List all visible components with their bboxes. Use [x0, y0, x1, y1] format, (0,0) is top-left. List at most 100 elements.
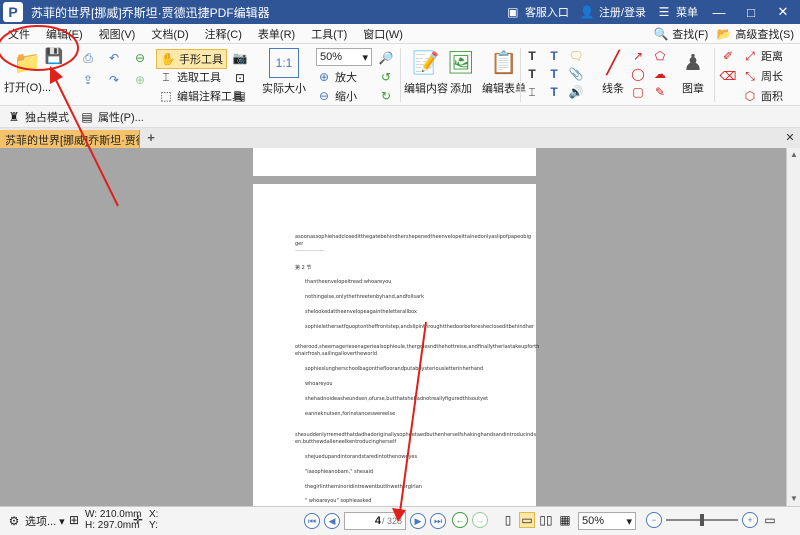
hand-tool-button[interactable]: ✋ 手形工具 [156, 49, 227, 69]
select-tool-button[interactable]: ⌶ 选取工具 [158, 69, 221, 85]
forward-button[interactable]: ⊕ [132, 72, 148, 88]
zoom-options-button[interactable]: 🔎 [378, 50, 394, 66]
customer-service-button[interactable]: ▣ 客服入口 [505, 4, 569, 20]
close-window-button[interactable]: ✕ [772, 2, 794, 22]
go-back-icon[interactable]: ← [452, 512, 468, 528]
rotate-left-button[interactable]: ↺ [378, 69, 394, 85]
page-text-line: shehadnoideasheundsen,ofurse,butthatsheh… [305, 396, 489, 402]
page-number-input[interactable]: 4 / 328 [344, 512, 406, 530]
distance-icon: ⤢ [745, 49, 755, 63]
close-tab-button[interactable]: ✕ [784, 131, 796, 145]
page-navigation: ⏮ ◀ 4 / 328 ▶ ⏭ [304, 512, 446, 530]
pencil-icon[interactable]: ✎ [652, 84, 668, 100]
zoom-select[interactable]: 50% ▾ [316, 48, 372, 66]
continuous-facing-icon[interactable]: ▦ [557, 512, 573, 528]
menu-tools[interactable]: 工具(T) [303, 26, 355, 42]
stamp-button[interactable]: ♟ 图章 [678, 48, 708, 96]
line-icon: ╱ [606, 50, 620, 75]
single-page-icon[interactable]: ▯ [500, 512, 516, 528]
menu-file[interactable]: 文件 [0, 26, 38, 42]
snapshot-button[interactable]: 📷 [232, 50, 248, 66]
menu-form[interactable]: 表单(R) [250, 26, 303, 42]
advanced-find-button[interactable]: 📂 高级查找(S) [716, 26, 794, 42]
pen-tool-button[interactable]: ✐ [720, 48, 736, 64]
document-viewport[interactable]: asoonassophiehadcloseditthegatebehindher… [0, 148, 786, 506]
crop-button[interactable]: ⊡ [232, 70, 248, 86]
page-layout-button[interactable]: ▤ [232, 88, 248, 104]
undo-button[interactable]: ↶ [106, 50, 122, 66]
exclusive-mode-button[interactable]: ♜ 独占模式 [6, 109, 69, 125]
text-highlight-icon[interactable]: T [546, 48, 562, 64]
last-page-icon[interactable]: ⏭ [430, 513, 446, 529]
distance-button[interactable]: ⤢ 距离 [742, 48, 783, 64]
vertical-scrollbar[interactable]: ▲ ▼ [786, 148, 800, 506]
new-tab-button[interactable]: + [145, 131, 157, 145]
edit-content-label: 编辑内容 [404, 83, 448, 95]
zoom-in-button[interactable]: ⊕ 放大 [316, 69, 357, 85]
eraser-button[interactable]: ⌫ [719, 68, 737, 84]
back-button[interactable]: ⊖ [132, 50, 148, 66]
previous-page-icon[interactable]: ◀ [324, 513, 340, 529]
add-label: 添加 [450, 83, 472, 95]
first-page-icon[interactable]: ⏮ [304, 513, 320, 529]
rotate-right-button[interactable]: ↻ [378, 88, 394, 104]
actual-size-button[interactable]: 1:1 实际大小 [262, 48, 306, 96]
fit-view-icon[interactable]: ▭ [762, 512, 778, 528]
typewriter-icon[interactable]: T [524, 66, 540, 82]
callout-icon[interactable]: ⌶ [524, 84, 540, 100]
advanced-find-label: 高级查找(S) [735, 28, 794, 41]
tab-document[interactable]: 苏菲的世界[挪威]乔斯坦·贾德 * [0, 130, 140, 148]
rectangle-icon[interactable]: ▢ [630, 84, 646, 100]
sticky-note-icon[interactable]: 🗨 [568, 48, 584, 64]
zoom-out-button[interactable]: ⊖ 缩小 [316, 88, 357, 104]
cloud-icon[interactable]: ☁ [652, 66, 668, 82]
zoom-out-icon[interactable]: − [646, 512, 662, 528]
continuous-page-icon[interactable]: ▭ [519, 512, 535, 528]
ellipse-icon[interactable]: ◯ [630, 66, 646, 82]
eraser-icon: ⌫ [719, 69, 737, 83]
edit-annotation-tool-button[interactable]: ⬚ 编辑注释工具 [158, 88, 243, 104]
login-button[interactable]: 👤 注册/登录 [579, 4, 646, 20]
line-button[interactable]: ╱ 线条 [598, 48, 628, 96]
options-button[interactable]: ⚙ 选项... ▾ [6, 513, 65, 529]
scroll-up-icon[interactable]: ▲ [789, 150, 799, 160]
menu-view[interactable]: 视图(V) [91, 26, 144, 42]
page-text-line: —————— [295, 248, 325, 254]
text-strike-icon[interactable]: T [546, 84, 562, 100]
zoom-level-select[interactable]: 50% ▾ [578, 512, 636, 530]
menu-window[interactable]: 窗口(W) [355, 26, 411, 42]
go-forward-icon[interactable]: → [472, 512, 488, 528]
attachment-icon[interactable]: 📎 [568, 66, 584, 82]
shape-tools-group-1: ↗ ◯ ▢ [630, 48, 646, 100]
find-button[interactable]: 🔍 查找(F) [653, 26, 709, 42]
arrow-icon[interactable]: ↗ [630, 48, 646, 64]
zoom-in-icon[interactable]: + [742, 512, 758, 528]
perimeter-button[interactable]: ⤡ 周长 [742, 68, 783, 84]
edit-content-button[interactable]: 📝 编辑内容 [404, 48, 448, 96]
share-button[interactable]: ⇪ [80, 72, 96, 88]
polygon-icon[interactable]: ⬠ [652, 48, 668, 64]
sound-icon[interactable]: 🔊 [568, 84, 584, 100]
folder-search-icon: 📂 [716, 26, 732, 41]
scroll-down-icon[interactable]: ▼ [789, 494, 799, 504]
text-underline-icon[interactable]: T [546, 66, 562, 82]
minimize-button[interactable]: — [708, 2, 730, 22]
save-button[interactable]: 💾 [45, 48, 64, 64]
area-button[interactable]: ⬡ 面积 [742, 88, 783, 104]
text-box-icon[interactable]: T [524, 48, 540, 64]
print-button[interactable]: ⎙ [80, 50, 96, 66]
redo-button[interactable]: ↷ [106, 72, 122, 88]
menu-document[interactable]: 文档(D) [143, 26, 196, 42]
zoom-slider[interactable] [666, 514, 738, 526]
properties-button[interactable]: ▤ 属性(P)... [79, 109, 144, 125]
next-page-icon[interactable]: ▶ [410, 513, 426, 529]
zoom-slider-thumb[interactable] [700, 514, 704, 526]
menu-edit[interactable]: 编辑(E) [38, 26, 91, 42]
undo-icon: ↶ [108, 51, 120, 65]
facing-pages-icon[interactable]: ▯▯ [538, 512, 554, 528]
maximize-button[interactable]: □ [740, 2, 762, 22]
edit-form-icon: 📋 [490, 50, 518, 75]
menu-comment[interactable]: 注释(C) [197, 26, 250, 42]
add-button[interactable]: 🖼 添加 [446, 48, 476, 96]
menu-button[interactable]: ☰ 菜单 [656, 4, 698, 20]
